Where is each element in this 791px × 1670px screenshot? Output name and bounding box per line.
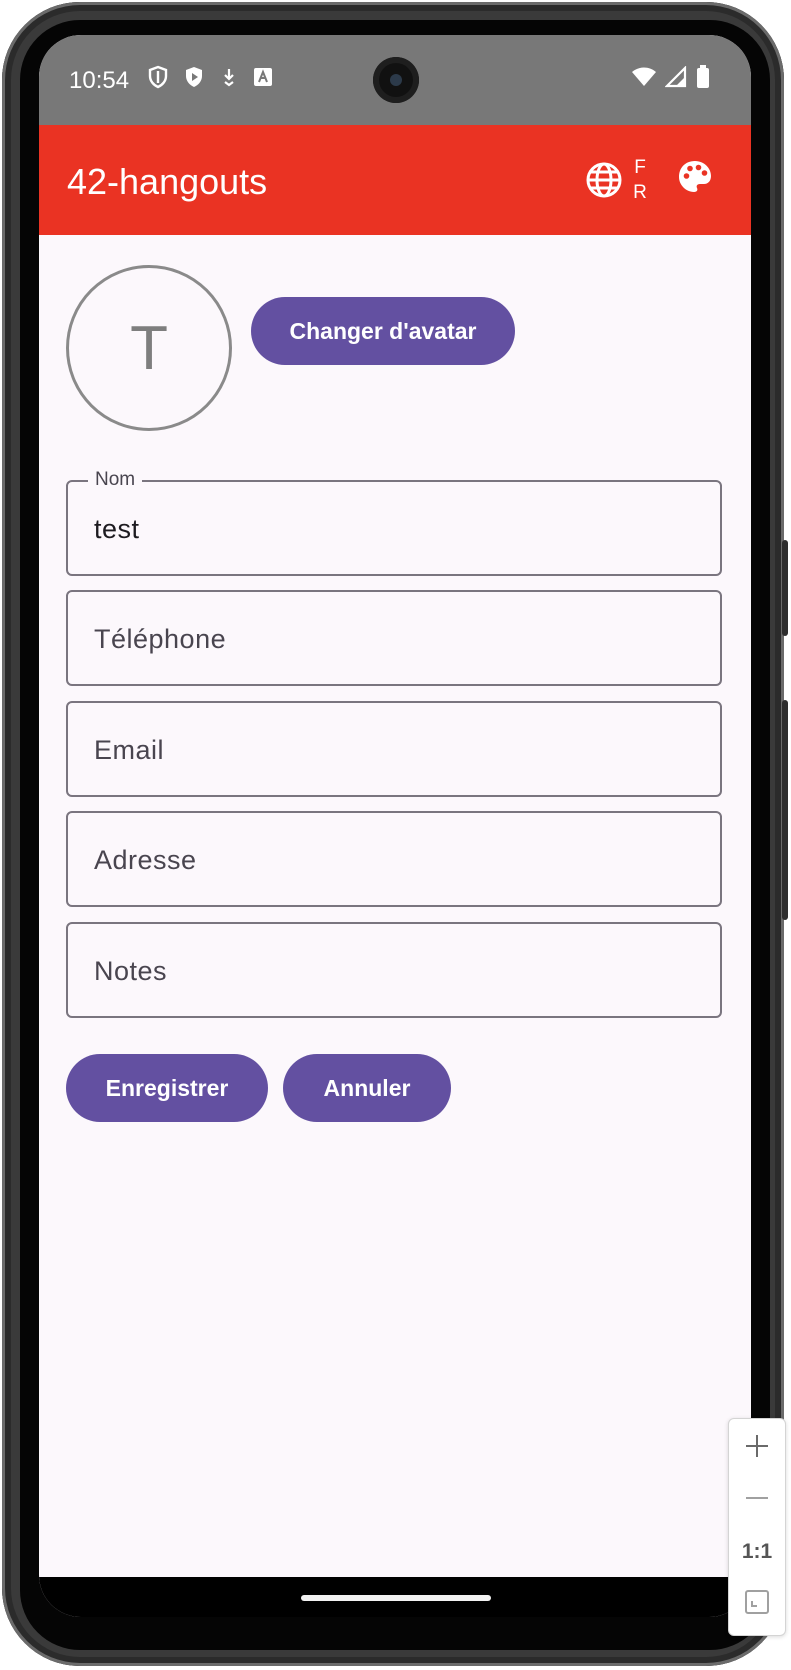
volume-button: [782, 700, 788, 920]
status-bar: 10:54: [39, 35, 751, 125]
email-field-placeholder: Email: [94, 735, 165, 765]
theme-button[interactable]: [677, 159, 717, 199]
phone-field-placeholder: Téléphone: [94, 624, 227, 654]
app-bar: 42-hangouts FR: [39, 125, 751, 235]
save-button[interactable]: Enregistrer: [66, 1054, 268, 1122]
stage: 10:54 42-hangouts FR T Changer d'avatar …: [0, 0, 791, 1670]
shield-outline-icon: [147, 65, 169, 89]
a-badge-icon: [253, 67, 273, 87]
zoom-out-button[interactable]: [729, 1475, 785, 1525]
palette-icon: [677, 161, 713, 199]
address-field-placeholder: Adresse: [94, 845, 197, 875]
minus-icon: [744, 1485, 770, 1516]
notes-field-placeholder: Notes: [94, 956, 168, 986]
emulator-zoom-controls: 1:1: [728, 1418, 786, 1636]
cancel-button[interactable]: Annuler: [283, 1054, 451, 1122]
cell-signal-icon: [664, 65, 687, 93]
notification-icons: [147, 65, 273, 89]
email-field[interactable]: Email: [66, 701, 722, 797]
plus-icon: [744, 1433, 770, 1464]
battery-icon: [695, 65, 711, 94]
actual-size-button[interactable]: 1:1: [729, 1527, 785, 1577]
download-icon: [219, 66, 239, 88]
app-title: 42-hangouts: [67, 161, 268, 202]
actual-size-label: 1:1: [741, 1540, 773, 1563]
name-field-value: test: [94, 514, 140, 544]
fit-screen-icon: [744, 1589, 770, 1620]
home-indicator[interactable]: [301, 1595, 491, 1601]
device-screen: 10:54 42-hangouts FR T Changer d'avatar …: [39, 35, 751, 1617]
wifi-icon: [631, 66, 657, 93]
status-time: 10:54: [69, 67, 130, 94]
system-status-icons: [631, 65, 711, 94]
phone-field[interactable]: Téléphone: [66, 590, 722, 686]
shield-play-icon: [183, 65, 205, 89]
front-camera: [373, 57, 419, 103]
globe-icon: [585, 161, 623, 204]
fit-screen-button[interactable]: [729, 1579, 785, 1629]
notes-field[interactable]: Notes: [66, 922, 722, 1018]
avatar: T: [66, 265, 232, 431]
language-code: FR: [633, 157, 647, 203]
change-avatar-button[interactable]: Changer d'avatar: [251, 297, 515, 365]
power-button: [782, 540, 788, 636]
zoom-in-button[interactable]: [729, 1423, 785, 1473]
name-field-label: Nom: [88, 469, 143, 491]
name-field[interactable]: Nom test: [66, 469, 722, 576]
address-field[interactable]: Adresse: [66, 811, 722, 907]
language-button[interactable]: FR: [585, 153, 663, 209]
